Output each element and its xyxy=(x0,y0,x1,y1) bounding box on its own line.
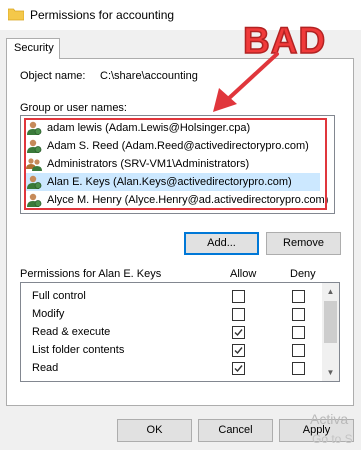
allow-checkbox[interactable] xyxy=(232,290,245,303)
user-icon xyxy=(27,175,42,189)
permission-name: Full control xyxy=(32,290,86,302)
deny-checkbox[interactable] xyxy=(292,326,305,339)
deny-checkbox[interactable] xyxy=(292,308,305,321)
permissions-scrollbar[interactable]: ▲ ▼ xyxy=(322,283,339,381)
permission-row: Read & execute xyxy=(32,325,322,341)
allow-checkbox[interactable] xyxy=(232,326,245,339)
add-button[interactable]: Add... xyxy=(184,232,259,255)
deny-header: Deny xyxy=(290,268,316,280)
ok-button[interactable]: OK xyxy=(117,419,192,442)
list-item[interactable]: Adam S. Reed (Adam.Reed@activedirectoryp… xyxy=(26,137,320,155)
permission-name: List folder contents xyxy=(32,344,125,356)
permission-row: List folder contents xyxy=(32,343,322,359)
user-name: Administrators (SRV-VM1\Administrators) xyxy=(47,158,250,170)
scroll-thumb[interactable] xyxy=(324,301,337,343)
permission-name: Read & execute xyxy=(32,326,111,338)
allow-checkbox[interactable] xyxy=(232,362,245,375)
group-icon xyxy=(26,158,42,171)
scroll-up-icon[interactable]: ▲ xyxy=(322,283,339,300)
list-item[interactable]: adam lewis (Adam.Lewis@Holsinger.cpa) xyxy=(26,119,320,137)
deny-checkbox[interactable] xyxy=(292,290,305,303)
deny-checkbox[interactable] xyxy=(292,362,305,375)
checkmark-icon xyxy=(234,347,243,355)
checkmark-icon xyxy=(234,329,243,337)
remove-button[interactable]: Remove xyxy=(266,232,341,255)
user-name: adam lewis (Adam.Lewis@Holsinger.cpa) xyxy=(47,122,251,134)
object-name-label: Object name: xyxy=(20,70,86,82)
object-name-value: C:\share\accounting xyxy=(100,70,198,82)
list-item[interactable]: Alyce M. Henry (Alyce.Henry@ad.activedir… xyxy=(26,191,328,209)
checkmark-icon xyxy=(234,365,243,373)
tab-security[interactable]: Security xyxy=(6,38,60,59)
folder-icon xyxy=(8,8,24,21)
window-title: Permissions for accounting xyxy=(30,8,175,22)
activation-watermark-sub: Go to S xyxy=(312,432,353,446)
user-icon xyxy=(27,121,42,135)
user-icon xyxy=(27,193,42,207)
permission-name: Modify xyxy=(32,308,65,320)
cancel-button[interactable]: Cancel xyxy=(198,419,273,442)
group-or-user-names-label: Group or user names: xyxy=(20,102,127,114)
scroll-down-icon[interactable]: ▼ xyxy=(322,364,339,381)
user-icon xyxy=(27,139,42,153)
activation-watermark: Activa xyxy=(310,411,349,427)
user-name: Adam S. Reed (Adam.Reed@activedirectoryp… xyxy=(47,140,309,152)
permission-name: Read xyxy=(32,362,59,374)
deny-checkbox[interactable] xyxy=(292,344,305,357)
user-name: Alyce M. Henry (Alyce.Henry@ad.activedir… xyxy=(47,194,329,206)
allow-checkbox[interactable] xyxy=(232,344,245,357)
allow-header: Allow xyxy=(230,268,257,280)
annotation-arrow xyxy=(213,52,279,112)
permission-row: Full control xyxy=(32,289,322,305)
allow-checkbox[interactable] xyxy=(232,308,245,321)
list-item[interactable]: Alan E. Keys (Alan.Keys@activedirectoryp… xyxy=(26,173,320,191)
permission-row: Read xyxy=(32,361,322,377)
permissions-title: Permissions for Alan E. Keys xyxy=(20,268,162,280)
list-item[interactable]: Administrators (SRV-VM1\Administrators) xyxy=(26,155,320,173)
permission-row: Modify xyxy=(32,307,322,323)
user-name: Alan E. Keys (Alan.Keys@activedirectoryp… xyxy=(47,176,292,188)
